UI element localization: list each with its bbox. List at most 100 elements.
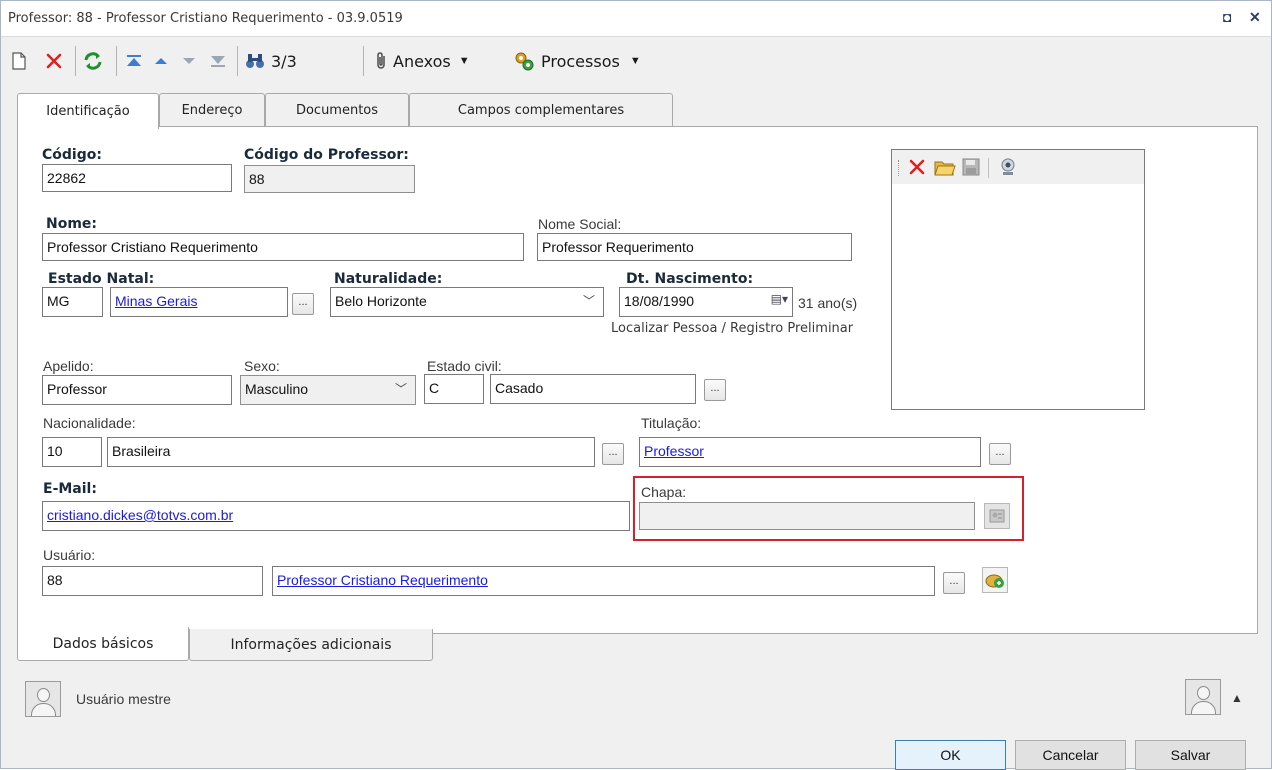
tab-campos-complementares[interactable]: Campos complementares bbox=[409, 93, 673, 127]
codigo-professor-field[interactable]: 88 bbox=[244, 165, 415, 193]
estado-natal-lookup-button[interactable]: ... bbox=[292, 293, 314, 315]
tab-endereco[interactable]: Endereço bbox=[159, 93, 265, 127]
apelido-value: Professor bbox=[47, 381, 107, 397]
calendar-dropdown-icon[interactable]: ▤▾ bbox=[771, 292, 788, 306]
sexo-select[interactable]: Masculino ﹀ bbox=[240, 375, 416, 405]
next-record-button[interactable] bbox=[181, 48, 197, 74]
localizar-pessoa-link[interactable]: Localizar Pessoa / Registro Preliminar bbox=[611, 321, 853, 336]
estado-natal-code: MG bbox=[47, 293, 70, 309]
open-photo-button[interactable] bbox=[934, 157, 956, 180]
tab-documentos[interactable]: Documentos bbox=[265, 93, 409, 127]
age-label: 31 ano(s) bbox=[798, 295, 858, 311]
webcam-button[interactable] bbox=[998, 157, 1018, 180]
naturalidade-value: Belo Horizonte bbox=[335, 293, 427, 309]
identificacao-panel: Código: 22862 Código do Professor: 88 No… bbox=[17, 126, 1258, 634]
professor-window: Professor: 88 - Professor Cristiano Requ… bbox=[0, 0, 1272, 770]
usuario-lookup-button[interactable]: ... bbox=[943, 572, 965, 594]
toolbar-separator bbox=[237, 46, 238, 76]
restore-window-button[interactable]: ◘ bbox=[1223, 9, 1231, 25]
new-record-button[interactable] bbox=[11, 48, 27, 74]
toolbar: 3/3 Anexos ▼ Processos ▼ bbox=[1, 38, 1271, 86]
nacionalidade-code-field[interactable]: 10 bbox=[42, 437, 102, 467]
estado-civil-label: Estado civil: bbox=[427, 358, 502, 374]
first-record-button[interactable] bbox=[125, 48, 143, 74]
dt-nascimento-field[interactable]: 18/08/1990 ▤▾ bbox=[619, 287, 793, 317]
nome-field[interactable]: Professor Cristiano Requerimento bbox=[42, 233, 524, 261]
processos-dropdown-arrow-icon: ▼ bbox=[629, 55, 641, 67]
nome-social-field[interactable]: Professor Requerimento bbox=[537, 233, 852, 261]
email-field[interactable]: cristiano.dickes@totvs.com.br bbox=[42, 501, 630, 531]
dt-nascimento-value: 18/08/1990 bbox=[624, 293, 695, 309]
processes-icon bbox=[515, 52, 534, 71]
codigo-label: Código: bbox=[42, 147, 102, 163]
previous-record-icon bbox=[155, 58, 167, 64]
last-record-icon bbox=[211, 56, 225, 67]
titulacao-field[interactable]: Professor bbox=[639, 437, 981, 467]
tab-identificacao[interactable]: Identificação bbox=[17, 93, 159, 129]
tab-informacoes-adicionais[interactable]: Informações adicionais bbox=[189, 629, 433, 661]
delete-icon bbox=[46, 53, 62, 69]
email-label: E-Mail: bbox=[43, 481, 97, 497]
webcam-icon bbox=[1001, 158, 1015, 175]
cancel-button[interactable]: Cancelar bbox=[1015, 740, 1126, 770]
delete-record-button[interactable] bbox=[45, 48, 63, 74]
paperclip-icon bbox=[377, 52, 385, 69]
naturalidade-select[interactable]: Belo Horizonte ﹀ bbox=[330, 287, 604, 317]
new-icon bbox=[12, 52, 26, 70]
photo-box bbox=[891, 149, 1145, 410]
processos-menu-button[interactable]: Processos ▼ bbox=[513, 48, 641, 74]
save-photo-button[interactable] bbox=[962, 158, 980, 179]
search-records-button[interactable]: 3/3 bbox=[245, 48, 297, 74]
last-record-button[interactable] bbox=[209, 48, 227, 74]
refresh-button[interactable] bbox=[83, 48, 103, 74]
sexo-value: Masculino bbox=[245, 381, 309, 397]
estado-natal-code-field[interactable]: MG bbox=[42, 287, 103, 317]
open-folder-icon bbox=[934, 161, 956, 176]
user-refresh-icon bbox=[985, 574, 1004, 588]
codigo-field[interactable]: 22862 bbox=[42, 164, 232, 192]
nome-value: Professor Cristiano Requerimento bbox=[47, 239, 258, 255]
previous-record-button[interactable] bbox=[153, 48, 169, 74]
chapa-field[interactable] bbox=[639, 502, 975, 530]
email-link[interactable]: cristiano.dickes@totvs.com.br bbox=[47, 507, 233, 523]
estado-natal-name-field[interactable]: Minas Gerais bbox=[110, 287, 288, 317]
remove-photo-button[interactable] bbox=[908, 158, 926, 179]
nacionalidade-lookup-button[interactable]: ... bbox=[602, 443, 624, 465]
estado-civil-lookup-button[interactable]: ... bbox=[704, 379, 726, 401]
titulacao-link[interactable]: Professor bbox=[644, 443, 704, 459]
nome-social-value: Professor Requerimento bbox=[542, 239, 694, 255]
estado-civil-code-field[interactable]: C bbox=[424, 374, 484, 404]
usuario-code-field[interactable]: 88 bbox=[42, 566, 263, 596]
naturalidade-label: Naturalidade: bbox=[334, 271, 443, 287]
chevron-down-icon: ﹀ bbox=[582, 294, 595, 308]
nacionalidade-label: Nacionalidade: bbox=[43, 415, 136, 431]
save-button[interactable]: Salvar bbox=[1135, 740, 1246, 770]
tab-dados-basicos[interactable]: Dados básicos bbox=[17, 627, 189, 661]
usuario-name-link[interactable]: Professor Cristiano Requerimento bbox=[277, 572, 488, 588]
codigo-value: 22862 bbox=[47, 170, 86, 186]
apelido-field[interactable]: Professor bbox=[42, 375, 232, 405]
estado-natal-name-link[interactable]: Minas Gerais bbox=[115, 293, 197, 309]
estado-civil-name-field[interactable]: Casado bbox=[490, 374, 696, 404]
chapa-lookup-button[interactable] bbox=[984, 503, 1010, 529]
usuario-code: 88 bbox=[47, 572, 63, 588]
codigo-professor-label: Código do Professor: bbox=[244, 147, 409, 163]
user-refresh-button[interactable] bbox=[982, 567, 1008, 593]
grip-handle bbox=[898, 160, 899, 176]
ok-button[interactable]: OK bbox=[895, 740, 1006, 770]
processos-label: Processos bbox=[541, 51, 620, 71]
anexos-menu-button[interactable]: Anexos ▼ bbox=[373, 48, 470, 74]
titulacao-lookup-button[interactable]: ... bbox=[989, 443, 1011, 465]
window-title: Professor: 88 - Professor Cristiano Requ… bbox=[8, 11, 403, 26]
titulacao-label: Titulação: bbox=[641, 415, 702, 431]
chevron-down-icon: ﹀ bbox=[394, 382, 407, 396]
nacionalidade-name-field[interactable]: Brasileira bbox=[107, 437, 595, 467]
nome-label: Nome: bbox=[46, 216, 98, 232]
user-avatar[interactable] bbox=[1185, 679, 1221, 715]
dt-nascimento-label: Dt. Nascimento: bbox=[626, 271, 754, 287]
title-bar: Professor: 88 - Professor Cristiano Requ… bbox=[1, 1, 1271, 37]
close-window-button[interactable]: ✕ bbox=[1249, 9, 1261, 26]
chapa-label: Chapa: bbox=[641, 484, 687, 500]
usuario-name-field[interactable]: Professor Cristiano Requerimento bbox=[272, 566, 935, 596]
chevron-up-icon[interactable]: ▲ bbox=[1231, 691, 1243, 705]
